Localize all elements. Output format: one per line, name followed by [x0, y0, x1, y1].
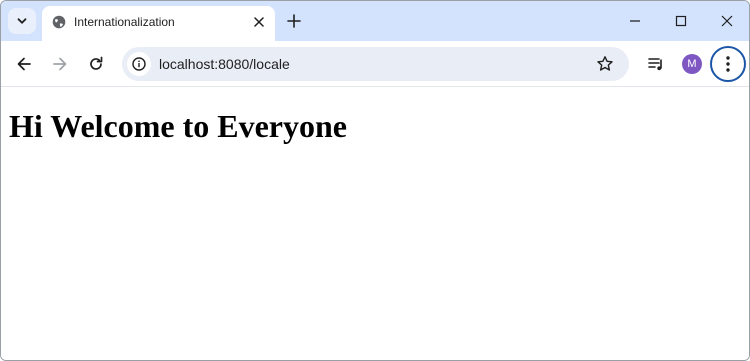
maximize-icon[interactable]: [673, 13, 689, 29]
more-vertical-icon: [726, 56, 730, 72]
page-content: Hi Welcome to Everyone: [1, 88, 749, 360]
globe-icon: [52, 15, 66, 29]
forward-arrow-icon[interactable]: [50, 54, 70, 74]
tab-title: Internationalization: [74, 15, 175, 29]
info-icon: [132, 57, 146, 71]
address-bar[interactable]: localhost:8080/locale: [122, 47, 629, 81]
close-tab-icon[interactable]: [251, 14, 267, 30]
minimize-icon[interactable]: [627, 13, 643, 29]
profile-avatar[interactable]: M: [682, 54, 702, 74]
bookmark-star-icon[interactable]: [596, 55, 614, 73]
tab-active[interactable]: Internationalization: [42, 6, 275, 41]
browser-window: Internationalization localhost:8080/loca…: [0, 0, 750, 361]
tab-search-button[interactable]: [8, 8, 36, 34]
chevron-down-icon: [17, 18, 27, 24]
page-heading: Hi Welcome to Everyone: [9, 108, 347, 144]
new-tab-icon[interactable]: [285, 12, 303, 30]
close-window-icon[interactable]: [719, 13, 735, 29]
reload-icon[interactable]: [86, 54, 106, 74]
avatar-initial: M: [687, 58, 697, 70]
back-arrow-icon[interactable]: [14, 54, 34, 74]
url-text[interactable]: localhost:8080/locale: [159, 56, 290, 72]
media-controls-icon[interactable]: [646, 54, 666, 74]
browser-menu-button[interactable]: [710, 46, 746, 82]
browser-toolbar: localhost:8080/locale M: [1, 41, 749, 87]
tab-strip: Internationalization: [1, 1, 749, 41]
site-info-button[interactable]: [127, 52, 151, 76]
